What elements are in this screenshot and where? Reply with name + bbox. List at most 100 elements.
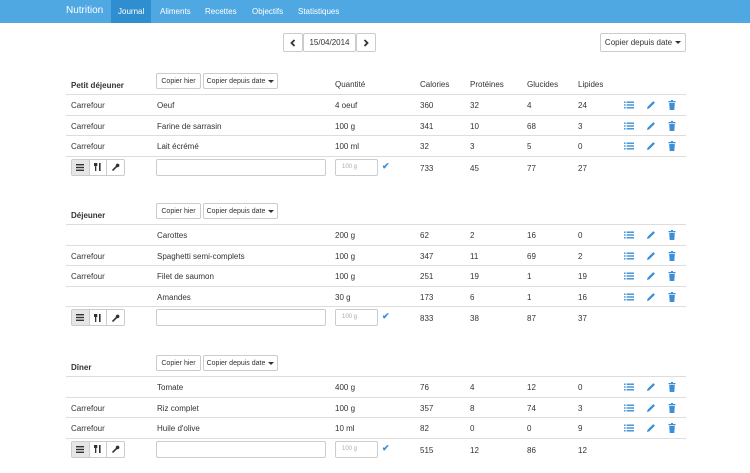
food-search-input[interactable] bbox=[156, 309, 326, 327]
food-proteins: 32 bbox=[470, 101, 479, 110]
pencil-icon[interactable] bbox=[646, 121, 656, 131]
copy-from-date-button[interactable]: Copier depuis date bbox=[203, 203, 278, 219]
food-carbs: 5 bbox=[527, 142, 532, 152]
trash-icon[interactable] bbox=[667, 230, 677, 240]
food-fats: 0 bbox=[578, 231, 583, 240]
list-icon[interactable] bbox=[624, 423, 634, 433]
food-fats: 2 bbox=[578, 251, 583, 261]
next-day-button[interactable] bbox=[356, 33, 376, 52]
food-proteins: 19 bbox=[470, 272, 479, 282]
list-icon[interactable] bbox=[624, 271, 634, 281]
trash-icon[interactable] bbox=[667, 100, 677, 110]
nav-journal[interactable]: Journal bbox=[111, 0, 152, 23]
pencil-icon[interactable] bbox=[646, 141, 656, 151]
food-proteins: 2 bbox=[470, 231, 475, 240]
copy-from-date-button[interactable]: Copier depuis date bbox=[203, 355, 278, 371]
total-calories: 515 bbox=[420, 445, 434, 455]
quantity-input[interactable]: 100 g bbox=[335, 309, 378, 327]
list-icon[interactable] bbox=[624, 403, 634, 413]
pencil-icon[interactable] bbox=[646, 292, 656, 302]
pencil-icon[interactable] bbox=[646, 382, 656, 392]
trash-icon[interactable] bbox=[667, 291, 677, 302]
trash-icon[interactable] bbox=[667, 382, 677, 392]
copy-from-date-label: Copier depuis date bbox=[206, 359, 266, 367]
row-divider bbox=[66, 244, 686, 246]
trash-icon[interactable] bbox=[667, 271, 677, 282]
cutlery-button[interactable] bbox=[90, 310, 108, 326]
nav-objectifs[interactable]: Objectifs bbox=[245, 0, 290, 23]
wrench-button[interactable] bbox=[107, 160, 124, 175]
previous-day-button[interactable] bbox=[283, 33, 303, 52]
wrench-button[interactable] bbox=[107, 442, 124, 457]
nav-recettes[interactable]: Recettes bbox=[198, 0, 244, 23]
cutlery-button[interactable] bbox=[90, 159, 108, 175]
trash-icon[interactable] bbox=[667, 250, 677, 261]
total-fats: 37 bbox=[578, 314, 587, 324]
checkmark-icon[interactable]: ✔ bbox=[382, 311, 390, 322]
app-brand[interactable]: Nutrition bbox=[66, 5, 103, 16]
copy-from-date-dropdown[interactable]: Copier depuis date bbox=[600, 33, 686, 52]
copy-from-date-label: Copier depuis date bbox=[206, 77, 266, 85]
quantity-input[interactable]: 100 g bbox=[335, 158, 378, 176]
list-icon[interactable] bbox=[624, 251, 634, 261]
food-fats: 3 bbox=[578, 403, 583, 413]
cutlery-button[interactable] bbox=[90, 441, 108, 457]
top-navbar: Nutrition Journal Aliments Recettes Obje… bbox=[0, 0, 750, 23]
food-carbs: 1 bbox=[527, 292, 532, 302]
copy-from-date-button[interactable]: Copier depuis date bbox=[203, 73, 278, 89]
wrench-icon bbox=[111, 314, 120, 322]
list-icon[interactable] bbox=[624, 100, 634, 110]
list-icon[interactable] bbox=[624, 141, 634, 151]
date-display[interactable]: 15/04/2014 bbox=[303, 33, 356, 52]
nav-aliments[interactable]: Aliments bbox=[153, 0, 198, 23]
food-quantity: 100 g bbox=[335, 251, 356, 261]
caret-down-icon bbox=[268, 361, 275, 365]
food-fats: 19 bbox=[578, 272, 587, 282]
wrench-button[interactable] bbox=[107, 310, 124, 325]
list-icon[interactable] bbox=[624, 121, 634, 131]
list-view-button[interactable] bbox=[72, 159, 90, 175]
copy-yesterday-button[interactable]: Copier hier bbox=[156, 203, 201, 219]
cutlery-icon bbox=[94, 445, 102, 454]
food-quantity: 100 g bbox=[335, 272, 356, 282]
checkmark-icon[interactable]: ✔ bbox=[382, 443, 390, 454]
column-calories: Calories bbox=[420, 80, 450, 89]
food-calories: 62 bbox=[420, 231, 429, 240]
copy-yesterday-button[interactable]: Copier hier bbox=[156, 73, 201, 89]
list-icon[interactable] bbox=[624, 230, 634, 240]
trash-icon[interactable] bbox=[667, 402, 677, 413]
row-divider bbox=[66, 224, 686, 225]
trash-icon[interactable] bbox=[667, 141, 677, 152]
food-search-input[interactable] bbox=[156, 440, 326, 458]
food-carbs: 68 bbox=[527, 121, 536, 131]
list-view-button[interactable] bbox=[72, 310, 90, 326]
trash-icon[interactable] bbox=[667, 120, 677, 131]
food-calories: 76 bbox=[420, 383, 429, 392]
list-icon bbox=[76, 163, 85, 171]
total-proteins: 45 bbox=[470, 163, 479, 173]
list-view-button[interactable] bbox=[72, 441, 90, 457]
list-icon[interactable] bbox=[624, 382, 634, 392]
nav-statistiques[interactable]: Statistiques bbox=[291, 0, 346, 23]
pencil-icon[interactable] bbox=[646, 230, 656, 240]
row-divider bbox=[66, 437, 686, 439]
pencil-icon[interactable] bbox=[646, 403, 656, 413]
pencil-icon[interactable] bbox=[646, 423, 656, 433]
copy-yesterday-button[interactable]: Copier hier bbox=[156, 355, 201, 371]
food-search-input[interactable] bbox=[156, 158, 326, 176]
pencil-icon[interactable] bbox=[646, 251, 656, 261]
column-quantity: Quantité bbox=[335, 80, 366, 89]
quantity-input[interactable]: 100 g bbox=[335, 440, 378, 458]
pencil-icon[interactable] bbox=[646, 100, 656, 110]
column-fats: Lipides bbox=[578, 80, 604, 89]
row-divider bbox=[66, 285, 686, 287]
pencil-icon[interactable] bbox=[646, 271, 656, 281]
food-carbs: 69 bbox=[527, 251, 536, 261]
food-name: Carottes bbox=[157, 231, 188, 240]
total-carbs: 77 bbox=[527, 163, 536, 173]
list-icon[interactable] bbox=[624, 292, 634, 302]
food-calories: 82 bbox=[420, 424, 429, 434]
food-proteins: 10 bbox=[470, 121, 479, 131]
trash-icon[interactable] bbox=[667, 423, 677, 434]
checkmark-icon[interactable]: ✔ bbox=[382, 161, 390, 172]
